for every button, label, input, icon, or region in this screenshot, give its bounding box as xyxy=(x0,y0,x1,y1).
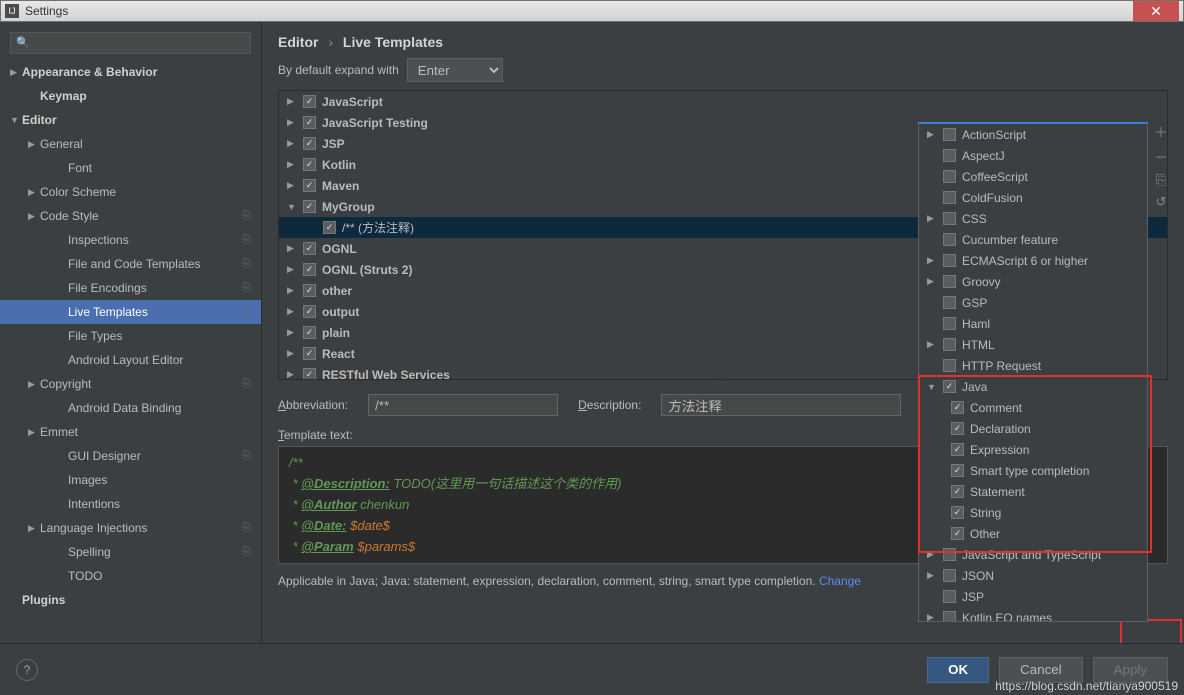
context-item[interactable]: CoffeeScript xyxy=(919,166,1147,187)
context-item[interactable]: JSP xyxy=(919,586,1147,607)
ok-button[interactable]: OK xyxy=(927,657,989,683)
sidebar-item[interactable]: Plugins xyxy=(0,588,261,612)
sidebar-item[interactable]: Spelling⎘ xyxy=(0,540,261,564)
sidebar-item[interactable]: ▶Copyright⎘ xyxy=(0,372,261,396)
context-subitem[interactable]: Smart type completion xyxy=(919,460,1147,481)
template-group[interactable]: ▶✓JavaScript xyxy=(279,91,1167,112)
sidebar-item[interactable]: Font xyxy=(0,156,261,180)
remove-icon[interactable]: － xyxy=(1154,147,1167,166)
add-icon[interactable]: ＋ xyxy=(1154,122,1167,141)
close-button[interactable]: ✕ xyxy=(1133,1,1179,21)
search-input[interactable] xyxy=(10,32,251,54)
sidebar-item[interactable]: ▶Appearance & Behavior xyxy=(0,60,261,84)
sidebar-item[interactable]: ▼Editor xyxy=(0,108,261,132)
breadcrumb-sep: › xyxy=(328,34,333,50)
context-item[interactable]: ▶HTML xyxy=(919,334,1147,355)
breadcrumb-b: Live Templates xyxy=(343,34,443,50)
settings-tree[interactable]: ▶Appearance & BehaviorKeymap▼Editor▶Gene… xyxy=(0,60,261,642)
context-item[interactable]: Cucumber feature xyxy=(919,229,1147,250)
sidebar-item[interactable]: Android Layout Editor xyxy=(0,348,261,372)
sidebar-item[interactable]: GUI Designer⎘ xyxy=(0,444,261,468)
sidebar-item[interactable]: ▶Emmet xyxy=(0,420,261,444)
sidebar-item[interactable]: TODO xyxy=(0,564,261,588)
expand-label: By default expand with xyxy=(278,63,399,77)
expand-select[interactable]: Enter xyxy=(407,58,503,82)
window-title: Settings xyxy=(25,4,68,18)
sidebar-item[interactable]: Android Data Binding xyxy=(0,396,261,420)
sidebar: 🔍 ▶Appearance & BehaviorKeymap▼Editor▶Ge… xyxy=(0,22,262,642)
search-icon: 🔍 xyxy=(16,36,30,49)
sidebar-item[interactable]: Keymap xyxy=(0,84,261,108)
context-subitem[interactable]: String xyxy=(919,502,1147,523)
sidebar-item[interactable]: ▶Code Style⎘ xyxy=(0,204,261,228)
applicable-text: Applicable in Java; Java: statement, exp… xyxy=(278,574,816,588)
context-item[interactable]: ▶ECMAScript 6 or higher xyxy=(919,250,1147,271)
context-popup[interactable]: ▶ActionScriptAspectJCoffeeScriptColdFusi… xyxy=(918,122,1148,622)
sidebar-item[interactable]: Live Templates⎘ xyxy=(0,300,261,324)
main: 🔍 ▶Appearance & BehaviorKeymap▼Editor▶Ge… xyxy=(0,22,1184,642)
context-subitem[interactable]: Comment xyxy=(919,397,1147,418)
context-item[interactable]: Haml xyxy=(919,313,1147,334)
sidebar-item[interactable]: File and Code Templates⎘ xyxy=(0,252,261,276)
app-icon: IJ xyxy=(5,4,19,18)
sidebar-item[interactable]: ▶General xyxy=(0,132,261,156)
sidebar-item[interactable]: ▶Color Scheme xyxy=(0,180,261,204)
help-button[interactable]: ? xyxy=(16,659,38,681)
context-item[interactable]: ColdFusion xyxy=(919,187,1147,208)
context-subitem[interactable]: Expression xyxy=(919,439,1147,460)
sidebar-item[interactable]: File Encodings⎘ xyxy=(0,276,261,300)
abbr-label: Abbreviation: xyxy=(278,398,348,412)
desc-input[interactable] xyxy=(661,394,901,416)
context-subitem[interactable]: Statement xyxy=(919,481,1147,502)
context-item[interactable]: AspectJ xyxy=(919,145,1147,166)
context-item[interactable]: ▶JSON xyxy=(919,565,1147,586)
breadcrumb-a: Editor xyxy=(278,34,318,50)
context-item[interactable]: HTTP Request xyxy=(919,355,1147,376)
expand-row: By default expand with Enter xyxy=(262,58,1184,90)
context-item[interactable]: ▶Groovy xyxy=(919,271,1147,292)
context-item[interactable]: ▶Kotlin EQ names xyxy=(919,607,1147,622)
sidebar-item[interactable]: Intentions xyxy=(0,492,261,516)
content: Editor › Live Templates By default expan… xyxy=(262,22,1184,642)
context-subitem[interactable]: Other xyxy=(919,523,1147,544)
context-item[interactable]: ▶ActionScript xyxy=(919,124,1147,145)
revert-icon[interactable]: ↺ xyxy=(1156,194,1167,210)
list-toolbar: ＋ － ⎘ ↺ xyxy=(1152,122,1170,412)
copy-icon[interactable]: ⎘ xyxy=(1156,172,1166,188)
titlebar: IJ Settings ✕ xyxy=(0,0,1184,22)
context-item[interactable]: GSP xyxy=(919,292,1147,313)
sidebar-item[interactable]: Inspections⎘ xyxy=(0,228,261,252)
sidebar-item[interactable]: ▶Language Injections⎘ xyxy=(0,516,261,540)
search-wrap: 🔍 xyxy=(10,32,251,54)
sidebar-item[interactable]: Images xyxy=(0,468,261,492)
desc-label: Description: xyxy=(578,398,641,412)
context-item[interactable]: ▼Java xyxy=(919,376,1147,397)
sidebar-item[interactable]: File Types xyxy=(0,324,261,348)
context-subitem[interactable]: Declaration xyxy=(919,418,1147,439)
watermark: https://blog.csdn.net/tianya900519 xyxy=(995,679,1178,693)
abbr-input[interactable] xyxy=(368,394,558,416)
breadcrumb: Editor › Live Templates xyxy=(262,22,1184,58)
context-item[interactable]: ▶CSS xyxy=(919,208,1147,229)
change-link[interactable]: Change xyxy=(819,574,861,588)
context-item[interactable]: ▶JavaScript and TypeScript xyxy=(919,544,1147,565)
